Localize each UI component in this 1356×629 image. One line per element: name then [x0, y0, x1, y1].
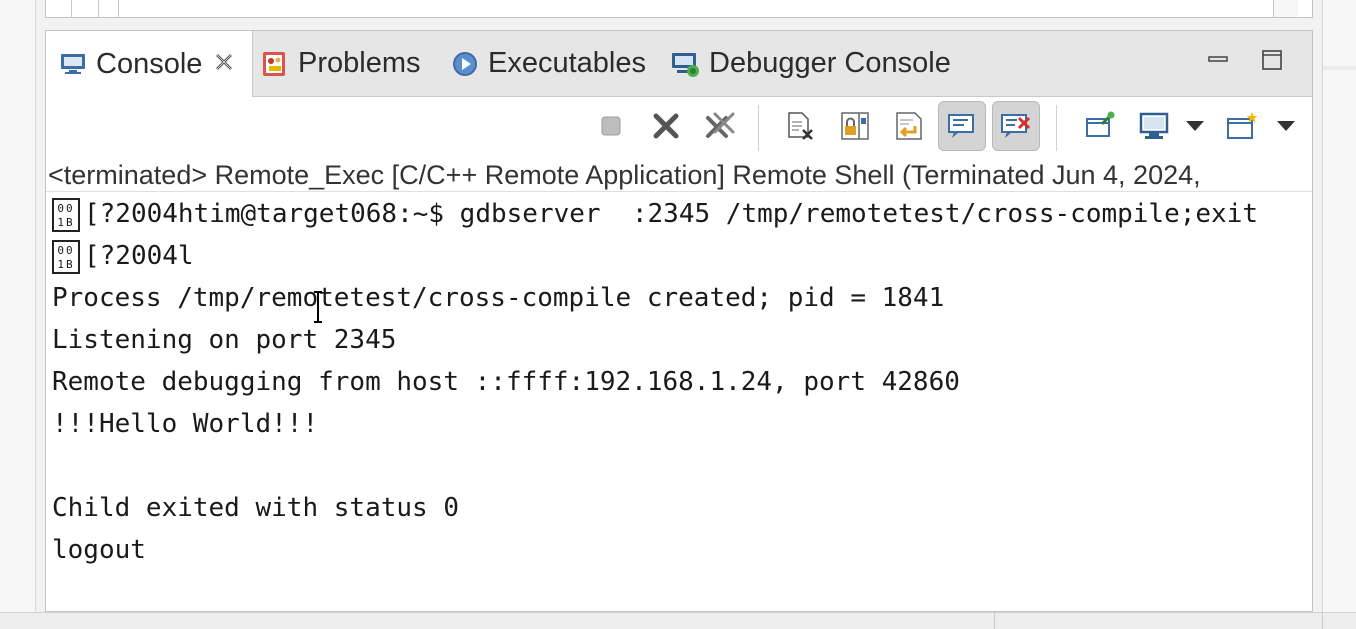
show-console-on-stderr-button[interactable] — [992, 101, 1040, 151]
scroll-lock-icon — [841, 112, 869, 140]
tab-label: Console — [96, 47, 203, 80]
open-console-button[interactable] — [1218, 101, 1266, 151]
maximize-button[interactable] — [1257, 45, 1287, 75]
stdout-icon — [948, 114, 974, 138]
console-line: 00 1B [?2004htim@target068:~$ gdbserver :2… — [52, 193, 1258, 235]
remove-all-icon — [706, 112, 735, 138]
scroll-lock-button[interactable] — [831, 101, 879, 151]
terminate-button[interactable] — [587, 101, 635, 151]
console-line: Process /tmp/remotetest/cross-compile cr… — [52, 283, 945, 313]
minimize-button[interactable] — [1203, 45, 1233, 75]
bottom-status-bar — [0, 612, 1356, 629]
left-panel-edge — [0, 0, 36, 628]
console-line: 00 1B [?2004l — [52, 235, 194, 277]
tab-label: Executables — [488, 47, 646, 79]
text-cursor-icon — [313, 291, 323, 323]
executables-icon — [450, 49, 480, 79]
maximize-icon — [1262, 50, 1282, 70]
clear-console-icon — [788, 112, 813, 140]
right-panel-edge — [1322, 0, 1356, 628]
console-icon — [58, 49, 88, 79]
display-selected-console-button[interactable] — [1130, 101, 1178, 151]
tab-label: Debugger Console — [709, 47, 951, 79]
console-line: Child exited with status 0 — [52, 493, 459, 523]
debugger-console-icon — [671, 49, 701, 79]
problems-icon — [260, 49, 290, 79]
tab-debugger-console[interactable]: Debugger Console — [671, 31, 951, 96]
tab-executables[interactable]: Executables — [450, 31, 646, 96]
tab-console[interactable]: Console — [46, 31, 253, 97]
view-tab-bar: Console Problems Executables Debugger Co… — [46, 31, 1312, 97]
console-line: Remote debugging from host ::ffff:192.16… — [52, 367, 960, 397]
escape-char-glyph: 00 1B — [52, 239, 80, 274]
stderr-icon — [1001, 114, 1031, 138]
remove-icon — [653, 113, 679, 139]
show-console-on-stdout-button[interactable] — [938, 101, 986, 151]
console-line: logout — [52, 535, 146, 565]
chevron-down-icon — [1186, 121, 1204, 131]
console-line: !!!Hello World!!! — [52, 409, 319, 439]
pin-console-button[interactable] — [1076, 101, 1124, 151]
stop-icon — [601, 116, 621, 136]
word-wrap-icon — [896, 112, 922, 140]
clear-console-button[interactable] — [776, 101, 824, 151]
console-line: Listening on port 2345 — [52, 325, 397, 355]
remove-launch-button[interactable] — [642, 101, 690, 151]
escape-char-glyph: 00 1B — [52, 197, 80, 232]
editor-scrollbar[interactable] — [1273, 0, 1298, 17]
chevron-down-icon — [1277, 121, 1295, 131]
open-console-dropdown[interactable] — [1275, 115, 1297, 137]
pin-icon — [1086, 111, 1115, 137]
console-toolbar — [46, 97, 1312, 159]
display-console-dropdown[interactable] — [1184, 115, 1206, 137]
remove-all-terminated-button[interactable] — [696, 101, 744, 151]
editor-area-edge — [45, 0, 1313, 18]
new-console-icon — [1227, 112, 1258, 139]
launch-status-line: <terminated> Remote_Exec [C/C++ Remote A… — [46, 159, 1312, 192]
tab-label: Problems — [298, 47, 421, 79]
display-console-icon — [1139, 112, 1169, 139]
word-wrap-button[interactable] — [885, 101, 933, 151]
console-view: Console Problems Executables Debugger Co… — [45, 30, 1313, 612]
minimize-icon — [1208, 56, 1228, 62]
close-icon[interactable] — [214, 52, 234, 77]
tab-problems[interactable]: Problems — [260, 31, 421, 96]
console-output[interactable]: 00 1B [?2004htim@target068:~$ gdbserver :2… — [46, 193, 1312, 611]
